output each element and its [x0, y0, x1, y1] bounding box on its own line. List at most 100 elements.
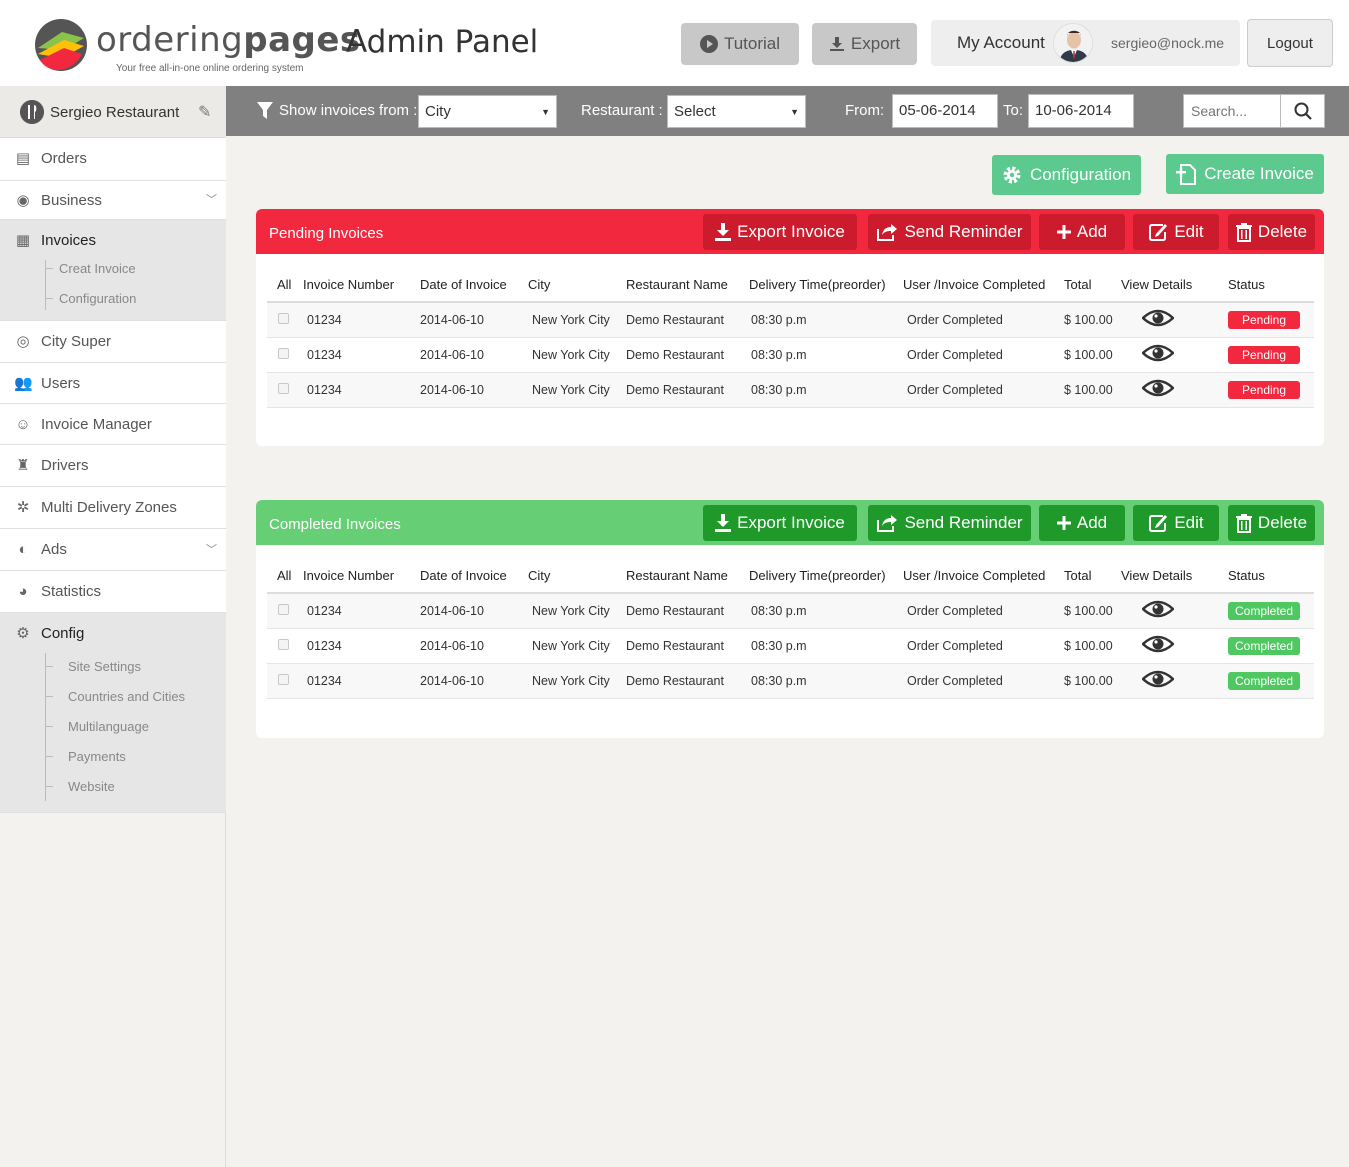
- create-invoice-button[interactable]: Create Invoice: [1166, 154, 1324, 194]
- ads-icon: ◐: [18, 541, 28, 558]
- invoice-date: 2014-06-10: [420, 337, 528, 373]
- invoice-restaurant: Demo Restaurant: [626, 372, 749, 408]
- add-button[interactable]: Add: [1039, 214, 1125, 250]
- invoice-number: 01234: [303, 302, 420, 338]
- col-total: Total: [1064, 275, 1121, 303]
- row-checkbox[interactable]: [278, 347, 289, 359]
- sidebar-item-label: Users: [41, 375, 81, 392]
- search-input[interactable]: [1184, 95, 1280, 127]
- show-from-select[interactable]: City ▼: [418, 95, 557, 128]
- subitem-site-settings[interactable]: Site Settings: [68, 659, 141, 674]
- table-row[interactable]: 01234 2014-06-10 New York City Demo Rest…: [267, 372, 1314, 408]
- col-view-details: View Details: [1121, 275, 1228, 303]
- to-date-input[interactable]: 10-06-2014: [1028, 94, 1134, 128]
- filter-icon: [257, 102, 273, 119]
- row-checkbox[interactable]: [278, 312, 289, 324]
- chevron-down-icon[interactable]: ﹀: [206, 191, 217, 207]
- dropdown-arrow-icon: ▼: [541, 107, 550, 117]
- restaurant-selector[interactable]: Sergieo Restaurant ✎: [0, 86, 226, 138]
- search-box: [1183, 94, 1325, 128]
- plus-icon: [1056, 225, 1071, 239]
- to-label: To:: [1003, 102, 1024, 119]
- sidebar-item-label: Orders: [41, 150, 87, 167]
- share-icon: [877, 515, 898, 532]
- delete-button[interactable]: Delete: [1228, 505, 1315, 541]
- col-all[interactable]: All: [267, 566, 303, 594]
- export-label: Export: [850, 34, 901, 53]
- search-button[interactable]: [1280, 95, 1324, 127]
- configuration-button[interactable]: Configuration: [992, 155, 1141, 195]
- export-button[interactable]: Export: [812, 23, 917, 65]
- logout-button[interactable]: Logout: [1247, 19, 1333, 67]
- col-user-completed: User /Invoice Completed: [903, 275, 1064, 303]
- eye-icon[interactable]: [1141, 308, 1175, 328]
- sidebar-item-label: Invoices: [41, 232, 97, 249]
- button-label: Export Invoice: [737, 513, 845, 532]
- invoice-city: New York City: [528, 337, 626, 373]
- eye-icon[interactable]: [1141, 599, 1175, 619]
- sidebar-item-multi-delivery-zones[interactable]: ✲ Multi Delivery Zones: [0, 487, 226, 529]
- table-row[interactable]: 01234 2014-06-10 New York City Demo Rest…: [267, 337, 1314, 373]
- eye-icon[interactable]: [1141, 634, 1175, 654]
- eye-icon[interactable]: [1141, 669, 1175, 689]
- col-restaurant: Restaurant Name: [626, 566, 749, 594]
- invoice-delivery-time: 08:30 p.m: [749, 337, 903, 373]
- invoice-city: New York City: [528, 628, 626, 664]
- subitem-multilanguage[interactable]: Multilanguage: [68, 719, 149, 734]
- table-row[interactable]: 01234 2014-06-10 New York City Demo Rest…: [267, 593, 1314, 629]
- status-badge: Pending: [1228, 345, 1300, 364]
- subitem-configuration[interactable]: Configuration: [59, 291, 136, 306]
- logo-tagline: Your free all-in-one online ordering sys…: [116, 63, 304, 74]
- export-invoice-button[interactable]: Export Invoice: [703, 214, 857, 250]
- app-header: orderingpages Your free all-in-one onlin…: [0, 0, 1349, 86]
- edit-pencil-icon[interactable]: ✎: [198, 102, 211, 122]
- pending-invoices-panel: Pending Invoices Export Invoice Send Rem…: [256, 209, 1324, 446]
- sidebar-item-users[interactable]: 👥 Users: [0, 363, 226, 404]
- col-invoice-number: Invoice Number: [303, 275, 420, 303]
- invoice-delivery-time: 08:30 p.m: [749, 663, 903, 699]
- sidebar-item-invoice-manager[interactable]: ☺ Invoice Manager: [0, 404, 226, 445]
- table-row[interactable]: 01234 2014-06-10 New York City Demo Rest…: [267, 628, 1314, 664]
- sidebar-item-city-super[interactable]: ◎ City Super: [0, 321, 226, 363]
- row-checkbox[interactable]: [278, 673, 289, 685]
- eye-icon[interactable]: [1141, 343, 1175, 363]
- tutorial-button[interactable]: Tutorial: [681, 23, 799, 65]
- eye-icon[interactable]: [1141, 378, 1175, 398]
- col-view-details: View Details: [1121, 566, 1228, 594]
- sidebar-item-orders[interactable]: ▤ Orders: [0, 138, 226, 181]
- table-row[interactable]: 01234 2014-06-10 New York City Demo Rest…: [267, 663, 1314, 699]
- account-panel[interactable]: My Account sergieo@nock.me: [931, 20, 1240, 66]
- row-checkbox[interactable]: [278, 603, 289, 615]
- col-all[interactable]: All: [267, 275, 303, 303]
- sidebar-item-business[interactable]: ◉ Business ﹀: [0, 181, 226, 220]
- subitem-creat-invoice[interactable]: Creat Invoice: [59, 261, 136, 276]
- sidebar-item-drivers[interactable]: ♜ Drivers: [0, 445, 226, 487]
- delete-button[interactable]: Delete: [1228, 214, 1315, 250]
- download-icon: [829, 37, 844, 51]
- add-button[interactable]: Add: [1039, 505, 1125, 541]
- from-date-input[interactable]: 05-06-2014: [892, 94, 998, 128]
- send-reminder-button[interactable]: Send Reminder: [868, 214, 1031, 250]
- sidebar-item-ads[interactable]: ◐ Ads ﹀: [0, 529, 226, 571]
- sidebar: Sergieo Restaurant ✎ ▤ Orders ◉ Business…: [0, 86, 226, 1167]
- table-row[interactable]: 01234 2014-06-10 New York City Demo Rest…: [267, 302, 1314, 338]
- sidebar-item-invoices[interactable]: ▦ Invoices Creat Invoice Configuration: [0, 220, 226, 321]
- row-checkbox[interactable]: [278, 382, 289, 394]
- edit-button[interactable]: Edit: [1133, 214, 1219, 250]
- logo[interactable]: orderingpages Your free all-in-one onlin…: [34, 18, 360, 78]
- sidebar-item-config[interactable]: ⚙ Config Site Settings Countries and Cit…: [0, 613, 226, 813]
- subitem-website[interactable]: Website: [68, 779, 115, 794]
- chevron-down-icon[interactable]: ﹀: [206, 541, 217, 557]
- table-header-row: All Invoice Number Date of Invoice City …: [267, 566, 1314, 594]
- export-invoice-button[interactable]: Export Invoice: [703, 505, 857, 541]
- invoice-total: $ 100.00: [1064, 337, 1121, 373]
- send-reminder-button[interactable]: Send Reminder: [868, 505, 1031, 541]
- edit-button[interactable]: Edit: [1133, 505, 1219, 541]
- avatar[interactable]: [1053, 23, 1093, 63]
- sidebar-item-statistics[interactable]: ◕ Statistics: [0, 571, 226, 613]
- restaurant-select[interactable]: Select ▼: [667, 95, 806, 128]
- from-label: From:: [845, 102, 885, 119]
- subitem-countries-and-cities[interactable]: Countries and Cities: [68, 689, 185, 704]
- row-checkbox[interactable]: [278, 638, 289, 650]
- subitem-payments[interactable]: Payments: [68, 749, 126, 764]
